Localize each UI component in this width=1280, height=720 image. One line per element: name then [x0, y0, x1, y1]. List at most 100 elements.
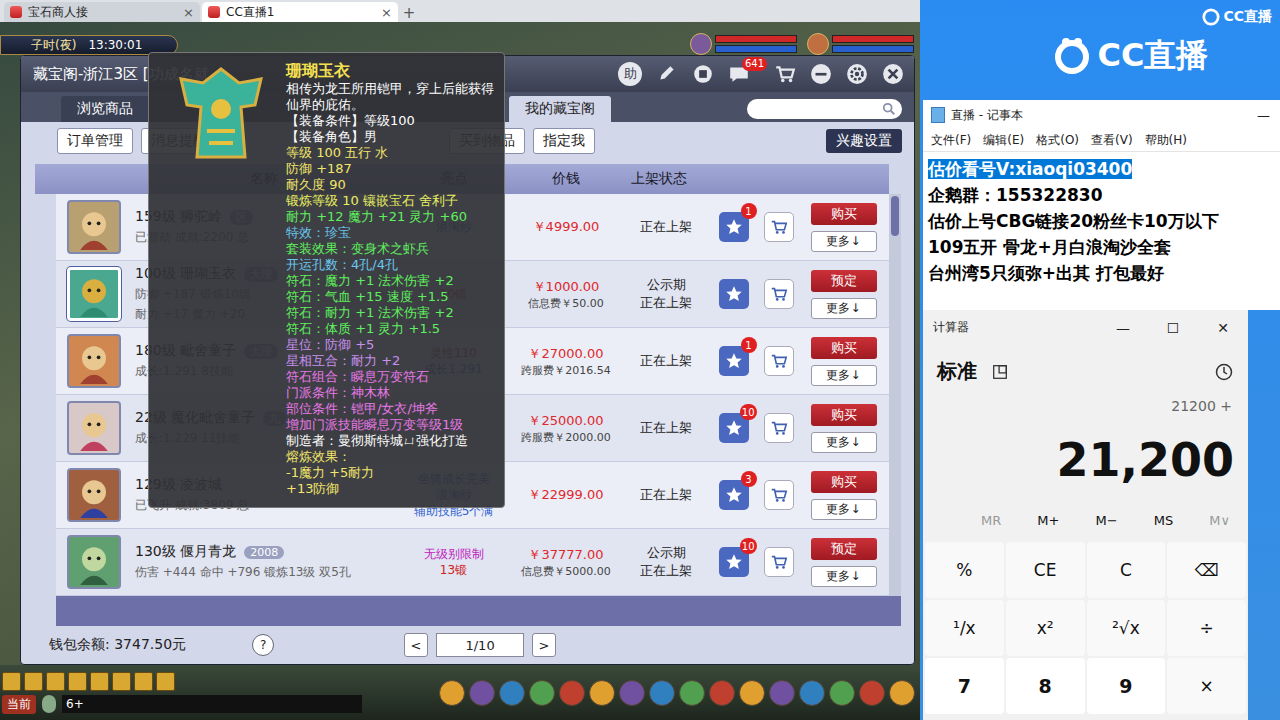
game-menu-icon[interactable] — [769, 680, 795, 706]
buy-button[interactable]: 购买 — [811, 203, 877, 225]
more-button[interactable]: 更多↓ — [811, 499, 877, 520]
favorite-button[interactable]: 3 — [719, 480, 749, 510]
chat-channel-button[interactable]: 当前 — [2, 695, 36, 714]
listing-row[interactable]: 130级 偃月青龙2008伤害 +444 命中 +796 锻炼13级 双5孔无级… — [56, 529, 889, 596]
interest-settings-button[interactable]: 兴趣设置 — [826, 129, 902, 153]
add-to-cart-button[interactable] — [764, 212, 794, 242]
game-menu-icon[interactable] — [799, 680, 825, 706]
window-control[interactable]: — — [1247, 108, 1280, 123]
market-tab[interactable]: 浏览商品 — [61, 96, 149, 122]
add-to-cart-button[interactable] — [764, 413, 794, 443]
favorite-button[interactable]: 10 — [719, 413, 749, 443]
add-to-cart-button[interactable] — [764, 480, 794, 510]
menu-item[interactable]: 文件(F) — [931, 132, 971, 149]
add-to-cart-button[interactable] — [764, 547, 794, 577]
edit-icon[interactable] — [656, 63, 678, 85]
menu-item[interactable]: 编辑(E) — [983, 132, 1024, 149]
more-button[interactable]: 更多↓ — [811, 365, 877, 386]
calc-key[interactable]: 9 — [1087, 658, 1166, 714]
menu-item[interactable]: 帮助(H) — [1145, 132, 1187, 149]
cart-icon[interactable] — [774, 63, 796, 85]
window-control[interactable]: — — [1098, 320, 1148, 336]
calc-key[interactable]: CE — [1006, 542, 1085, 598]
calc-key[interactable]: 8 — [1006, 658, 1085, 714]
item-portrait-icon[interactable] — [67, 267, 121, 321]
calc-key[interactable]: 7 — [925, 658, 1004, 714]
toolbar-arrow-icon[interactable] — [68, 672, 87, 691]
item-portrait-icon[interactable] — [67, 334, 121, 388]
toolbar-arrow-icon[interactable] — [2, 672, 21, 691]
close-tab-button[interactable]: × — [381, 5, 392, 20]
calc-key[interactable]: ⌫ — [1167, 542, 1246, 598]
game-menu-icon[interactable] — [529, 680, 555, 706]
action-button[interactable]: 指定我 — [533, 128, 595, 154]
microphone-icon[interactable] — [42, 695, 56, 713]
text-area[interactable]: 估价看号V:xiaoqi03400企鹅群：155322830估价上号CBG链接2… — [923, 151, 1280, 310]
toolbar-arrow-icon[interactable] — [46, 672, 65, 691]
favorite-button[interactable]: 1 — [719, 212, 749, 242]
game-menu-icon[interactable] — [439, 680, 465, 706]
calc-key[interactable]: ²√x — [1087, 600, 1166, 656]
toolbar-arrow-icon[interactable] — [156, 672, 175, 691]
add-to-cart-button[interactable] — [764, 346, 794, 376]
window-control[interactable]: ☐ — [1148, 320, 1198, 336]
player-status[interactable] — [807, 33, 914, 55]
scrollbar[interactable] — [889, 194, 901, 596]
help-button[interactable]: ? — [252, 634, 274, 656]
keep-on-top-icon[interactable] — [991, 363, 1009, 381]
add-to-cart-button[interactable] — [764, 279, 794, 309]
game-menu-icon[interactable] — [889, 680, 915, 706]
menu-item[interactable]: 格式(O) — [1036, 132, 1079, 149]
game-menu-icon[interactable] — [859, 680, 885, 706]
item-portrait-icon[interactable] — [67, 200, 121, 254]
calc-key[interactable]: × — [1167, 658, 1246, 714]
close-icon[interactable] — [882, 63, 904, 85]
window-control[interactable]: ✕ — [1198, 320, 1248, 336]
calc-key[interactable]: ÷ — [1167, 600, 1246, 656]
next-page-button[interactable]: > — [532, 633, 556, 657]
game-menu-icon[interactable] — [649, 680, 675, 706]
message-button[interactable]: 641 — [728, 63, 750, 85]
history-icon[interactable] — [1214, 362, 1234, 382]
toolbar-arrow-icon[interactable] — [134, 672, 153, 691]
game-menu-icon[interactable] — [829, 680, 855, 706]
browser-tab[interactable]: CC直播1× — [202, 2, 398, 22]
toolbar-arrow-icon[interactable] — [112, 672, 131, 691]
game-menu-icon[interactable] — [739, 680, 765, 706]
toolbar-arrow-icon[interactable] — [90, 672, 109, 691]
game-menu-icon[interactable] — [589, 680, 615, 706]
new-tab-button[interactable]: + — [400, 4, 418, 22]
help-button[interactable]: 助 — [618, 62, 642, 86]
game-menu-icon[interactable] — [709, 680, 735, 706]
browser-tab[interactable]: 宝石商人接× — [4, 2, 200, 22]
memory-button[interactable]: M+ — [1037, 513, 1059, 528]
mode-label[interactable]: 标准 — [937, 358, 977, 385]
search-field[interactable] — [747, 99, 902, 119]
game-menu-icon[interactable] — [499, 680, 525, 706]
more-button[interactable]: 更多↓ — [811, 298, 877, 319]
stop-icon[interactable] — [692, 63, 714, 85]
more-button[interactable]: 更多↓ — [811, 432, 877, 453]
game-menu-icon[interactable] — [619, 680, 645, 706]
calc-key[interactable]: ¹/x — [925, 600, 1004, 656]
memory-button[interactable]: MS — [1154, 513, 1173, 528]
more-button[interactable]: 更多↓ — [811, 231, 877, 252]
item-portrait-icon[interactable] — [67, 401, 121, 455]
action-button[interactable]: 订单管理 — [57, 128, 133, 154]
pet-status[interactable] — [690, 33, 797, 55]
buy-button[interactable]: 购买 — [811, 404, 877, 426]
calc-key[interactable]: % — [925, 542, 1004, 598]
game-menu-icon[interactable] — [469, 680, 495, 706]
calc-key[interactable]: x² — [1006, 600, 1085, 656]
buy-button[interactable]: 购买 — [811, 337, 877, 359]
favorite-button[interactable]: 1 — [719, 346, 749, 376]
minimize-icon[interactable] — [810, 63, 832, 85]
buy-button[interactable]: 预定 — [811, 538, 877, 560]
item-portrait-icon[interactable] — [67, 535, 121, 589]
more-button[interactable]: 更多↓ — [811, 566, 877, 587]
menu-item[interactable]: 查看(V) — [1091, 132, 1133, 149]
page-indicator[interactable]: 1/10 — [436, 633, 524, 657]
market-tab[interactable]: 我的藏宝阁 — [509, 96, 611, 122]
buy-button[interactable]: 预定 — [811, 270, 877, 292]
buy-button[interactable]: 购买 — [811, 471, 877, 493]
